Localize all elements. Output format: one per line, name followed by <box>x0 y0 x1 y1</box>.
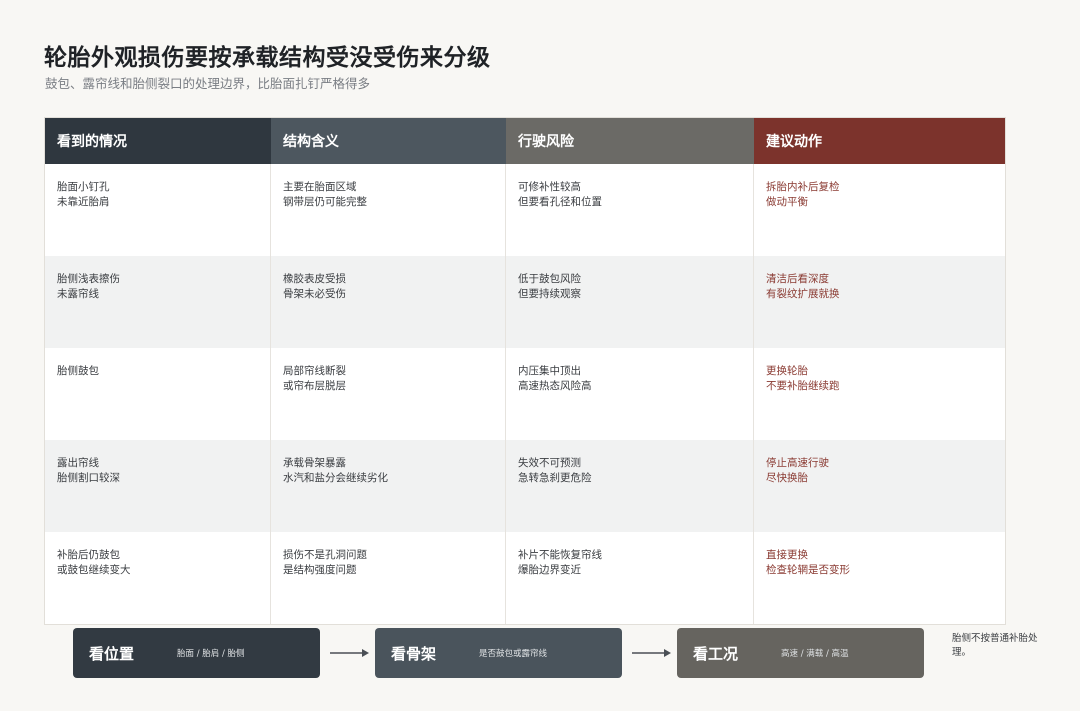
cell-action: 拆胎内补后复检 做动平衡 <box>766 181 840 208</box>
table-row: 胎侧浅表擦伤 未露帘线 橡胶表皮受损 骨架未必受伤 低于鼓包风险 但要持续观察 … <box>45 256 1005 348</box>
cell-risk: 失效不可预测 急转急刹更危险 <box>506 440 754 532</box>
cell-observed: 胎侧浅表擦伤 未露帘线 <box>45 256 271 348</box>
cell-structure: 承载骨架暴露 水汽和盐分会继续劣化 <box>271 440 506 532</box>
table-header-row: 看到的情况 结构含义 行驶风险 建议动作 <box>45 118 1005 164</box>
page-subtitle: 鼓包、露帘线和胎侧裂口的处理边界，比胎面扎钉严格得多 <box>45 76 371 91</box>
flow-step-frame: 看骨架 是否鼓包或露帘线 <box>375 628 622 678</box>
cell-risk: 低于鼓包风险 但要持续观察 <box>506 256 754 348</box>
header-risk: 行驶风险 <box>506 118 754 164</box>
table-row: 胎面小钉孔 未靠近胎肩 主要在胎面区域 钢带层仍可能完整 可修补性较高 但要看孔… <box>45 164 1005 256</box>
arrow-right-icon <box>632 649 671 657</box>
header-action: 建议动作 <box>754 118 1005 164</box>
cell-risk: 补片不能恢复帘线 爆胎边界变近 <box>506 532 754 624</box>
header-structure: 结构含义 <box>271 118 506 164</box>
table-row: 补胎后仍鼓包 或鼓包继续变大 损伤不是孔洞问题 是结构强度问题 补片不能恢复帘线… <box>45 532 1005 624</box>
cell-observed: 补胎后仍鼓包 或鼓包继续变大 <box>45 532 271 624</box>
flow-step-position: 看位置 胎面 / 胎肩 / 胎侧 <box>73 628 320 678</box>
cell-action: 清洁后看深度 有裂纹扩展就换 <box>766 273 840 300</box>
cell-action: 停止高速行驶 尽快换胎 <box>766 457 829 484</box>
table-row: 胎侧鼓包 局部帘线断裂 或帘布层脱层 内压集中顶出 高速热态风险高 更换轮胎 不… <box>45 348 1005 440</box>
flow-step-detail: 是否鼓包或露帘线 <box>479 649 548 659</box>
cell-structure: 损伤不是孔洞问题 是结构强度问题 <box>271 532 506 624</box>
flow-step-label: 看骨架 <box>391 644 437 663</box>
flow-step-conditions: 看工况 高速 / 满载 / 高温 <box>677 628 924 678</box>
cell-observed: 胎侧鼓包 <box>45 348 271 440</box>
damage-grading-table: 看到的情况 结构含义 行驶风险 建议动作 胎面小钉孔 未靠近胎肩 主要在胎面区域… <box>44 117 1006 625</box>
flow-step-label: 看工况 <box>693 644 739 663</box>
flow-step-detail: 高速 / 满载 / 高温 <box>781 649 849 659</box>
cell-structure: 局部帘线断裂 或帘布层脱层 <box>271 348 506 440</box>
cell-risk: 可修补性较高 但要看孔径和位置 <box>506 164 754 256</box>
cell-action: 直接更换 检查轮辋是否变形 <box>766 549 850 576</box>
flow-step-detail: 胎面 / 胎肩 / 胎侧 <box>177 649 245 659</box>
cell-observed: 胎面小钉孔 未靠近胎肩 <box>45 164 271 256</box>
page-title: 轮胎外观损伤要按承载结构受没受伤来分级 <box>44 45 491 71</box>
cell-observed: 露出帘线 胎侧割口较深 <box>45 440 271 532</box>
cell-action: 更换轮胎 不要补胎继续跑 <box>766 365 840 392</box>
cell-structure: 主要在胎面区域 钢带层仍可能完整 <box>271 164 506 256</box>
arrow-right-icon <box>330 649 369 657</box>
flow-step-label: 看位置 <box>89 644 135 663</box>
side-note: 胎侧不按普通补胎处理。 <box>952 633 1038 658</box>
cell-risk: 内压集中顶出 高速热态风险高 <box>506 348 754 440</box>
cell-structure: 橡胶表皮受损 骨架未必受伤 <box>271 256 506 348</box>
header-observed: 看到的情况 <box>45 118 271 164</box>
table-row: 露出帘线 胎侧割口较深 承载骨架暴露 水汽和盐分会继续劣化 失效不可预测 急转急… <box>45 440 1005 532</box>
